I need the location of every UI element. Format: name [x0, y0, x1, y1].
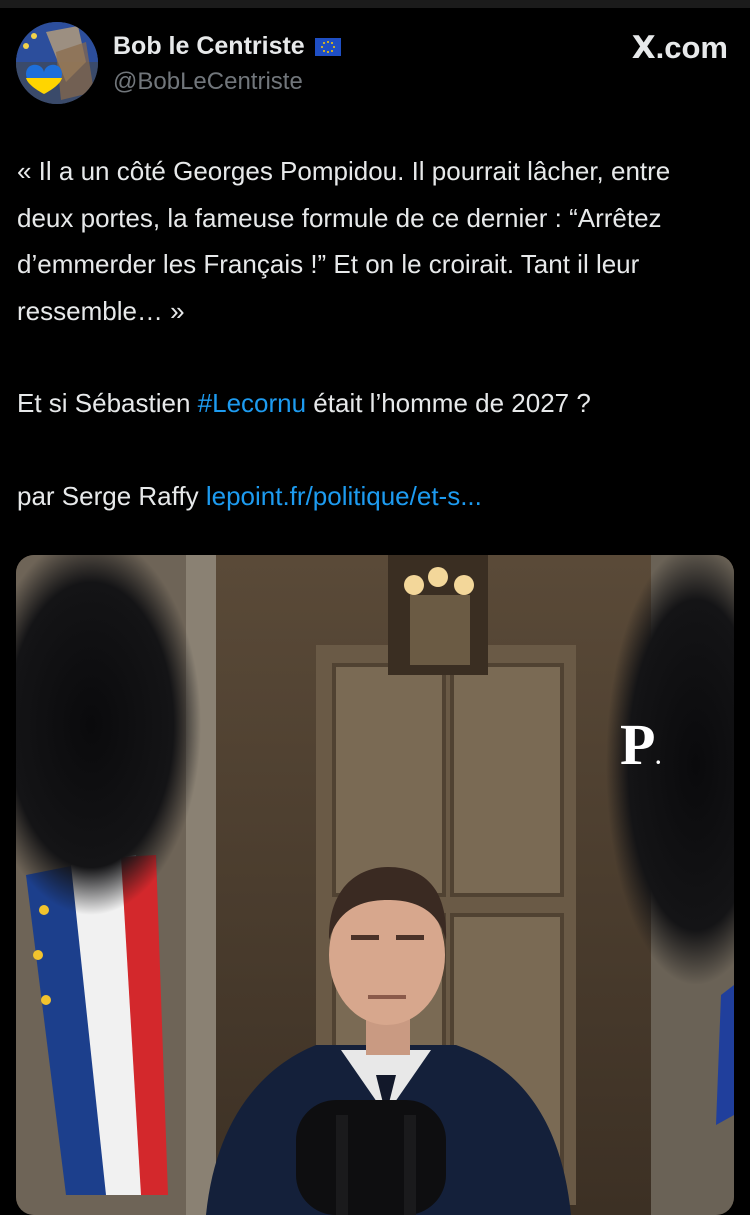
tweet-byline: par Serge Raffy lepoint.fr/politique/et-…	[17, 473, 733, 520]
x-logo-icon: X	[631, 30, 656, 66]
avatar[interactable]	[16, 22, 98, 104]
display-name[interactable]: Bob le Centriste	[113, 32, 305, 61]
status-strip	[0, 0, 750, 8]
handle[interactable]: @BobLeCentriste	[113, 68, 303, 96]
x-com-label[interactable]: X.com	[632, 30, 728, 66]
hashtag-link[interactable]: #Lecornu	[198, 388, 306, 418]
site-domain: .com	[655, 30, 728, 65]
tweet-media[interactable]: P.	[16, 555, 734, 1215]
question-suffix: était l’homme de 2027 ?	[306, 388, 591, 418]
media-photo	[16, 555, 734, 1215]
question-prefix: Et si Sébastien	[17, 388, 198, 418]
article-link[interactable]: lepoint.fr/politique/et-s...	[206, 481, 482, 511]
eu-flag-icon	[314, 37, 341, 56]
avatar-image	[16, 22, 98, 104]
logo-letter: P	[620, 712, 656, 777]
tweet-quote: « Il a un côté Georges Pompidou. Il pour…	[17, 156, 671, 326]
tweet-question: Et si Sébastien #Lecornu était l’homme d…	[17, 380, 733, 427]
name-row: Bob le Centriste	[113, 32, 341, 61]
lepoint-logo: P.	[620, 716, 661, 774]
byline-prefix: par Serge Raffy	[17, 480, 206, 511]
tweet-text: « Il a un côté Georges Pompidou. Il pour…	[17, 148, 733, 519]
logo-dot: .	[655, 744, 661, 769]
tweet-header: Bob le Centriste @BobLeCentriste X.com	[16, 22, 730, 106]
